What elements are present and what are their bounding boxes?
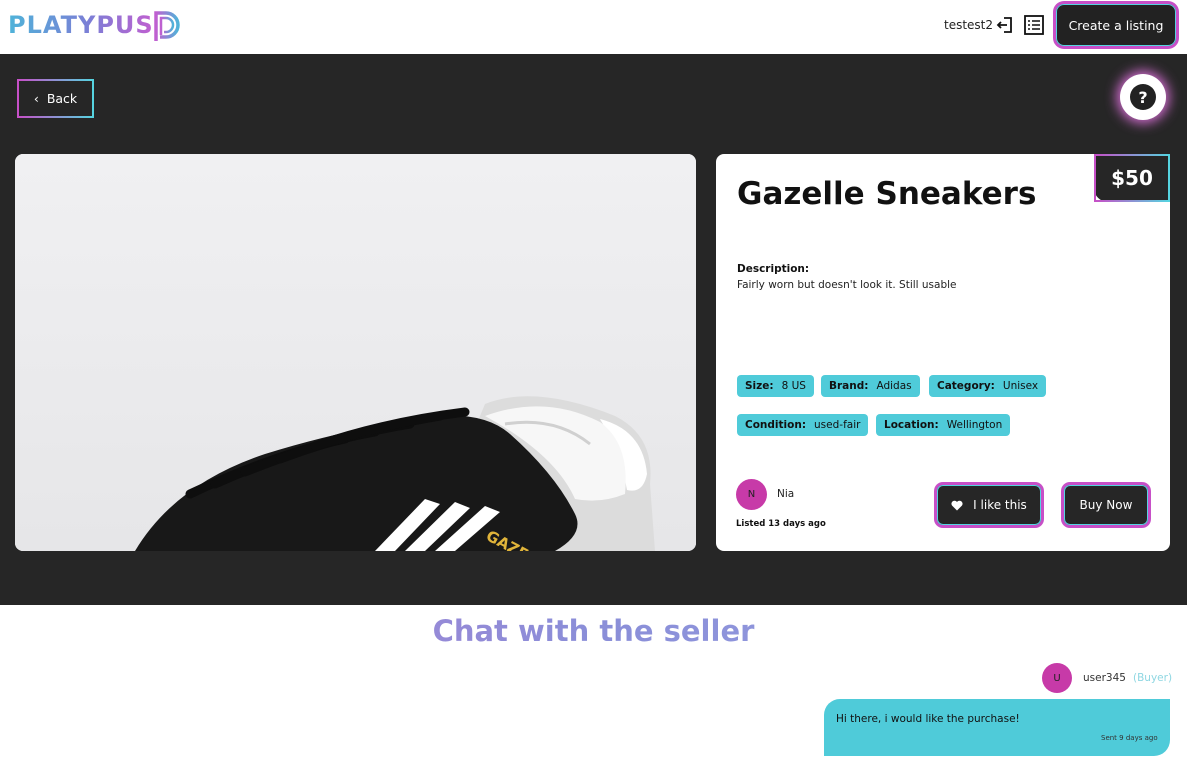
like-button[interactable]: I like this (937, 485, 1041, 525)
chip-value: Unisex (1002, 380, 1039, 392)
chip-value: used-fair (814, 419, 861, 431)
platypus-logo[interactable]: PLATYPUS (8, 6, 180, 44)
chip-label: Condition: (745, 419, 807, 431)
seller-name[interactable]: Nia (777, 488, 794, 500)
sneaker-illustration: GAZEL (15, 154, 696, 551)
create-listing-button[interactable]: Create a listing (1056, 4, 1176, 46)
chip-label: Size: (745, 380, 774, 392)
chat-username: user345 (1083, 672, 1126, 684)
help-button[interactable]: ? (1120, 74, 1166, 120)
seller-avatar[interactable]: N (736, 479, 767, 510)
chevron-left-icon: ‹ (33, 91, 39, 106)
chat-message-time: Sent 9 days ago (1101, 734, 1158, 742)
brand-chip: Brand: Adidas (821, 375, 920, 397)
description-label: Description: (737, 263, 810, 275)
price-tag: $50 (1094, 154, 1170, 202)
description-text: Fairly worn but doesn't look it. Still u… (737, 279, 957, 291)
logo-text: PLATYPUS (8, 11, 154, 39)
question-icon: ? (1130, 84, 1156, 110)
chip-label: Category: (937, 380, 995, 392)
back-button[interactable]: ‹ Back (17, 79, 94, 118)
username-label: testest2 (944, 18, 994, 32)
condition-chip: Condition: used-fair (737, 414, 869, 436)
chip-label: Location: (884, 419, 939, 431)
listings-icon[interactable] (1023, 14, 1045, 36)
buy-now-button[interactable]: Buy Now (1064, 485, 1148, 525)
product-image: GAZEL (15, 154, 696, 551)
chip-value: Adidas (876, 380, 912, 392)
category-chip: Category: Unisex (929, 375, 1047, 397)
like-label: I like this (973, 498, 1027, 512)
header: PLATYPUS testest2 Create a listing (0, 0, 1187, 54)
size-chip: Size: 8 US (737, 375, 814, 397)
logo-mark-icon (153, 11, 180, 41)
listing-title: Gazelle Sneakers (737, 176, 1037, 212)
location-chip: Location: Wellington (876, 414, 1011, 436)
chat-user-avatar: U (1042, 663, 1072, 693)
listed-date: Listed 13 days ago (736, 519, 826, 529)
chat-user-role: (Buyer) (1133, 672, 1173, 684)
logout-icon[interactable] (995, 15, 1015, 35)
chat-title: Chat with the seller (0, 614, 1187, 648)
chip-value: 8 US (781, 380, 806, 392)
back-label: Back (46, 91, 78, 106)
chip-label: Brand: (829, 380, 869, 392)
chip-value: Wellington (946, 419, 1003, 431)
heart-icon (951, 500, 963, 510)
chat-message-text: Hi there, i would like the purchase! (836, 713, 1020, 725)
chat-message-bubble (824, 699, 1170, 756)
